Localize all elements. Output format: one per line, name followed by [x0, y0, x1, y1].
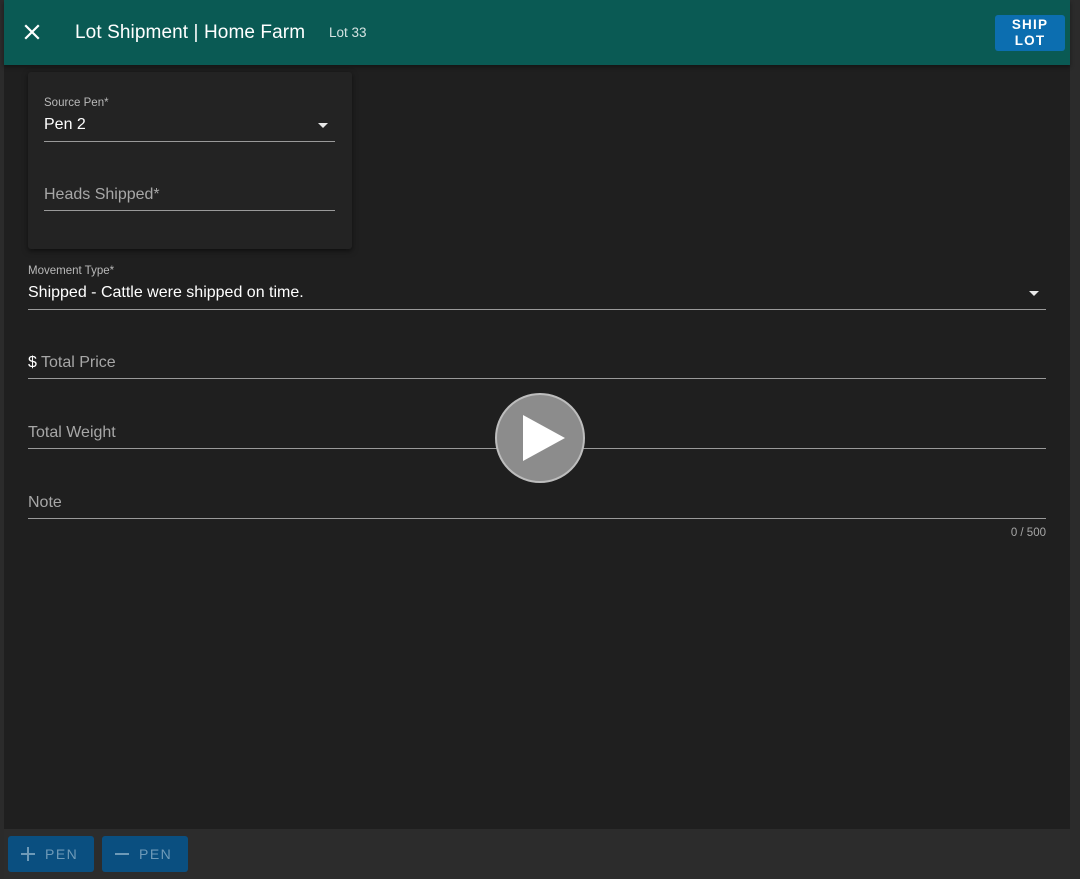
play-button[interactable] — [495, 393, 585, 483]
dialog-title: Lot Shipment | Home Farm — [75, 22, 306, 43]
heads-shipped-placeholder: Heads Shipped* — [44, 186, 160, 203]
chevron-down-icon — [1029, 291, 1039, 296]
heads-shipped-input[interactable]: Heads Shipped* — [44, 182, 335, 212]
movement-type-label: Movement Type* — [28, 265, 115, 277]
close-button[interactable] — [18, 18, 46, 46]
minus-icon — [115, 853, 129, 855]
movement-type-underline — [28, 309, 1046, 310]
dialog-toolbar: Lot Shipment | Home Farm Lot 33 SHIP LOT — [4, 0, 1070, 65]
source-pen-select[interactable]: Source Pen* Pen 2 — [44, 97, 335, 143]
source-pen-value: Pen 2 — [44, 116, 86, 133]
currency-prefix: $ — [28, 354, 37, 371]
heads-shipped-underline — [44, 210, 335, 211]
total-price-input[interactable]: $ Total Price — [28, 350, 1046, 380]
note-input[interactable]: Note — [28, 490, 1046, 520]
source-pen-label: Source Pen* — [44, 97, 109, 109]
lot-shipment-dialog: Lot Shipment | Home Farm Lot 33 SHIP LOT… — [4, 0, 1070, 879]
ship-lot-button[interactable]: SHIP LOT — [995, 15, 1065, 51]
lot-subtitle: Lot 33 — [329, 25, 367, 40]
add-pen-button[interactable]: PEN — [8, 836, 94, 872]
source-pen-underline — [44, 141, 335, 142]
add-pen-label: PEN — [45, 846, 79, 862]
total-price-placeholder: Total Price — [41, 354, 116, 371]
total-price-underline — [28, 378, 1046, 379]
close-icon — [24, 24, 40, 40]
chevron-down-icon — [318, 123, 328, 128]
total-weight-placeholder: Total Weight — [28, 424, 116, 441]
movement-type-select[interactable]: Movement Type* Shipped - Cattle were shi… — [28, 265, 1046, 311]
note-placeholder: Note — [28, 494, 62, 511]
movement-type-value: Shipped - Cattle were shipped on time. — [28, 284, 304, 301]
plus-icon — [21, 847, 35, 861]
backdrop-edge — [1070, 0, 1080, 879]
play-icon — [523, 415, 565, 461]
remove-pen-label: PEN — [139, 846, 173, 862]
ship-lot-label: SHIP LOT — [1011, 17, 1049, 48]
bottom-action-bar: PEN PEN — [4, 829, 1070, 879]
note-underline — [28, 518, 1046, 519]
pen-card: Source Pen* Pen 2 Heads Shipped* — [28, 72, 352, 249]
remove-pen-button[interactable]: PEN — [102, 836, 188, 872]
note-character-counter: 0 / 500 — [1010, 527, 1046, 539]
